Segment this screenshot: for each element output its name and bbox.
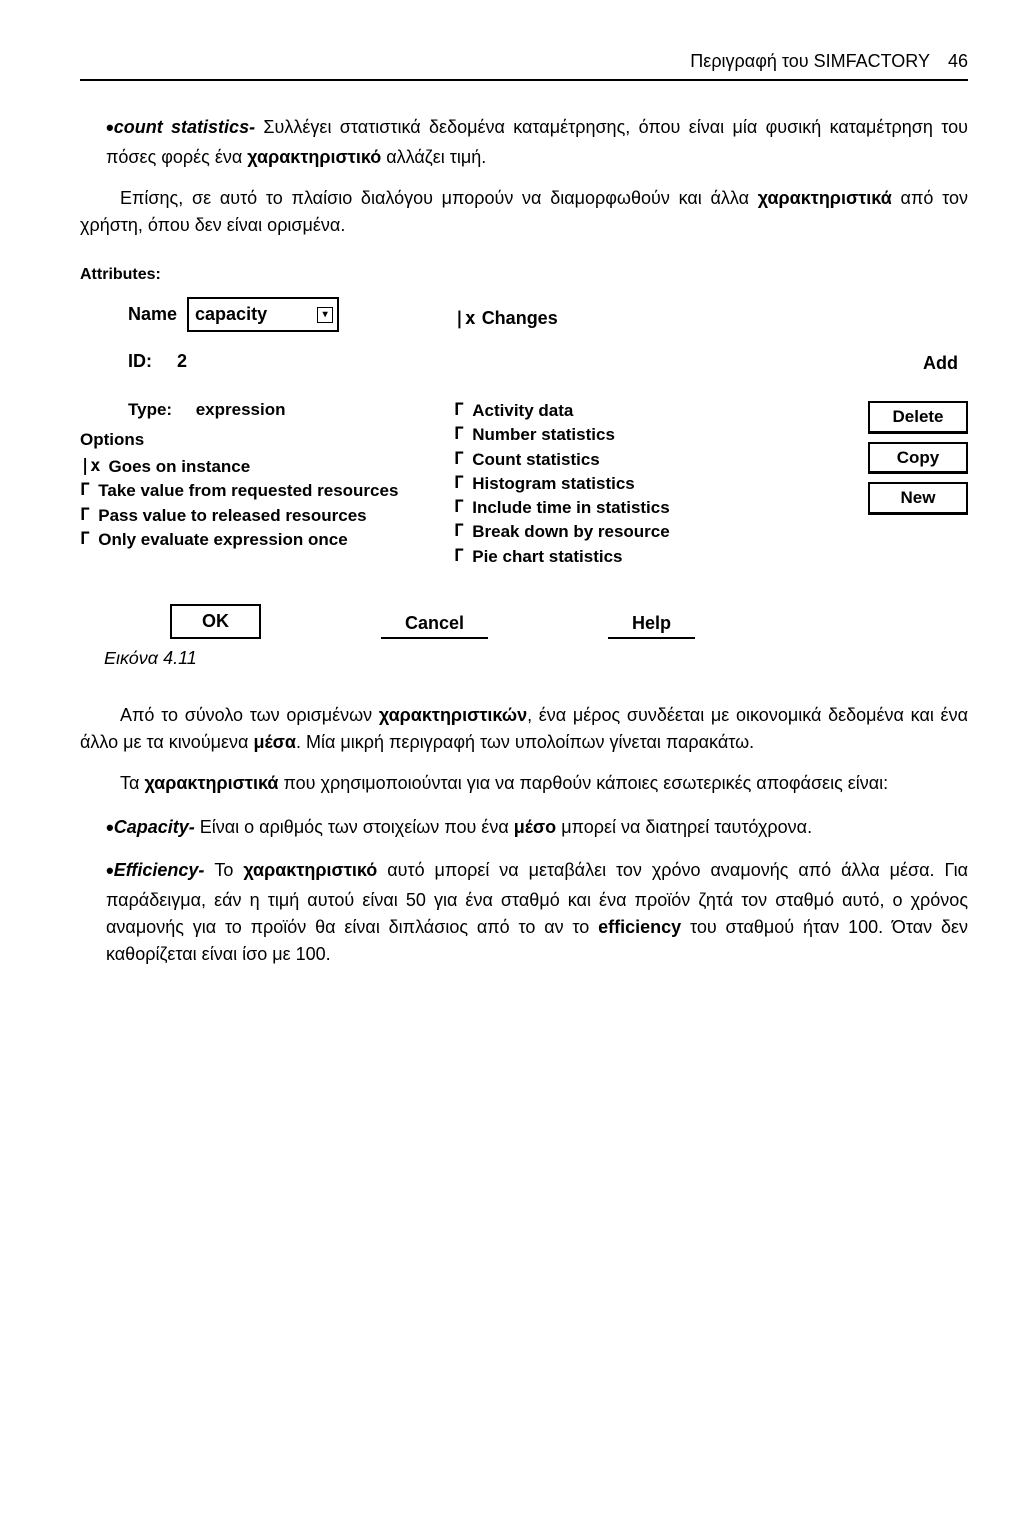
opt-text: Goes on instance	[108, 456, 426, 477]
copy-button[interactable]: Copy	[868, 442, 968, 475]
checkbox-unchecked-icon: Γ	[80, 529, 90, 550]
intro-bullet-tail: αλλάζει τιμή.	[381, 147, 486, 167]
txt: Από το σύνολο των ορισμένων	[120, 705, 379, 725]
delete-button[interactable]: Delete	[868, 401, 968, 434]
cancel-button[interactable]: Cancel	[381, 610, 488, 639]
opt-text: Include time in statistics	[472, 497, 800, 518]
opt-histogram-stats[interactable]: Γ Histogram statistics	[454, 473, 800, 494]
intro-p2-bold: χαρακτηριστικά	[758, 188, 892, 208]
attributes-section: Attributes: Name capacity ▾ |x Changes I…	[80, 263, 968, 672]
checkbox-unchecked-icon: Γ	[454, 546, 464, 567]
bullet-dot-icon: •	[106, 815, 114, 840]
intro-p2a: Επίσης, σε αυτό το πλαίσιο διαλόγου μπορ…	[120, 188, 758, 208]
intro-bullet-bold: χαρακτηριστικό	[247, 147, 381, 167]
checkbox-unchecked-icon: Γ	[80, 505, 90, 526]
intro-bullet: •count statistics- Συλλέγει στατιστικά δ…	[106, 111, 968, 171]
checkbox-unchecked-icon: Γ	[454, 521, 464, 542]
options-label: Options	[80, 427, 426, 453]
txt-bold: χαρακτηριστικά	[144, 773, 278, 793]
opt-text: Take value from requested resources	[98, 480, 426, 501]
opt-goes-on-instance[interactable]: |x Goes on instance	[80, 456, 426, 477]
opt-text: Activity data	[472, 400, 800, 421]
new-button[interactable]: New	[868, 482, 968, 515]
txt: Τα	[120, 773, 144, 793]
bullet-capacity: •Capacity- Είναι ο αριθμός των στοιχείων…	[106, 811, 968, 844]
body-para1: Από το σύνολο των ορισμένων χαρακτηριστι…	[80, 702, 968, 756]
txt-bold: χαρακτηριστικό	[243, 860, 377, 880]
ok-button[interactable]: OK	[170, 604, 261, 639]
opt-pie-chart[interactable]: Γ Pie chart statistics	[454, 546, 800, 567]
txt-bold: χαρακτηριστικών	[379, 705, 527, 725]
help-button[interactable]: Help	[608, 610, 695, 639]
txt: . Μία μικρή περιγραφή των υπολοίπων γίνε…	[296, 732, 754, 752]
opt-only-evaluate[interactable]: Γ Only evaluate expression once	[80, 529, 426, 550]
name-label: Name	[128, 301, 177, 328]
intro-bullet-title: count statistics-	[114, 117, 255, 137]
opt-text: Count statistics	[472, 449, 800, 470]
checkbox-unchecked-icon: Γ	[454, 497, 464, 518]
bullet-dot-icon: •	[106, 115, 114, 140]
opt-breakdown[interactable]: Γ Break down by resource	[454, 521, 800, 542]
add-button[interactable]: Add	[828, 350, 968, 377]
bullet-efficiency: •Efficiency- Το χαρακτηριστικό αυτό μπορ…	[106, 854, 968, 968]
body-para2: Τα χαρακτηριστικά που χρησιμοποιούνται γ…	[80, 770, 968, 797]
opt-text: Histogram statistics	[472, 473, 800, 494]
checkbox-unchecked-icon: Γ	[454, 400, 464, 421]
opt-activity-data[interactable]: Γ Activity data	[454, 400, 800, 421]
txt-bold: μέσα	[253, 732, 296, 752]
efficiency-title: Efficiency-	[114, 860, 205, 880]
opt-text: Number statistics	[472, 424, 800, 445]
opt-text: Pass value to released resources	[98, 505, 426, 526]
changes-checkbox[interactable]: |x Changes	[454, 305, 800, 332]
txt: μπορεί να διατηρεί ταυτόχρονα.	[556, 817, 812, 837]
opt-text: Only evaluate expression once	[98, 529, 426, 550]
opt-number-stats[interactable]: Γ Number statistics	[454, 424, 800, 445]
type-label: Type:	[128, 400, 172, 419]
checkbox-unchecked-icon: Γ	[454, 473, 464, 494]
opt-text: Break down by resource	[472, 521, 800, 542]
opt-count-stats[interactable]: Γ Count statistics	[454, 449, 800, 470]
changes-label: Changes	[482, 305, 558, 332]
opt-text: Pie chart statistics	[472, 546, 800, 567]
name-combobox[interactable]: capacity ▾	[187, 297, 339, 332]
type-value: expression	[196, 400, 286, 419]
txt-bold: efficiency	[598, 917, 681, 937]
opt-pass-value[interactable]: Γ Pass value to released resources	[80, 505, 426, 526]
chevron-down-icon[interactable]: ▾	[317, 307, 333, 323]
checkbox-checked-icon: |x	[454, 305, 476, 332]
checkbox-unchecked-icon: Γ	[454, 424, 464, 445]
header-page-number: 46	[948, 48, 968, 75]
name-value: capacity	[195, 301, 267, 328]
attributes-heading: Attributes:	[80, 263, 968, 287]
bullet-dot-icon: •	[106, 858, 114, 883]
checkbox-unchecked-icon: Γ	[454, 449, 464, 470]
txt: που χρησιμοποιούνται για να παρθούν κάπο…	[278, 773, 888, 793]
opt-take-value[interactable]: Γ Take value from requested resources	[80, 480, 426, 501]
txt-bold: μέσο	[514, 817, 556, 837]
page-header: Περιγραφή του SIMFACTORY 46	[80, 48, 968, 81]
figure-caption: Εικόνα 4.11	[104, 645, 968, 672]
id-value: 2	[177, 351, 187, 371]
capacity-title: Capacity-	[114, 817, 195, 837]
txt: Είναι ο αριθμός των στοιχείων που ένα	[195, 817, 514, 837]
header-title: Περιγραφή του SIMFACTORY	[690, 48, 930, 75]
checkbox-checked-icon: |x	[80, 456, 100, 477]
intro-para2: Επίσης, σε αυτό το πλαίσιο διαλόγου μπορ…	[80, 185, 968, 239]
checkbox-unchecked-icon: Γ	[80, 480, 90, 501]
txt: Το	[204, 860, 243, 880]
opt-include-time[interactable]: Γ Include time in statistics	[454, 497, 800, 518]
id-label: ID:	[128, 351, 152, 371]
